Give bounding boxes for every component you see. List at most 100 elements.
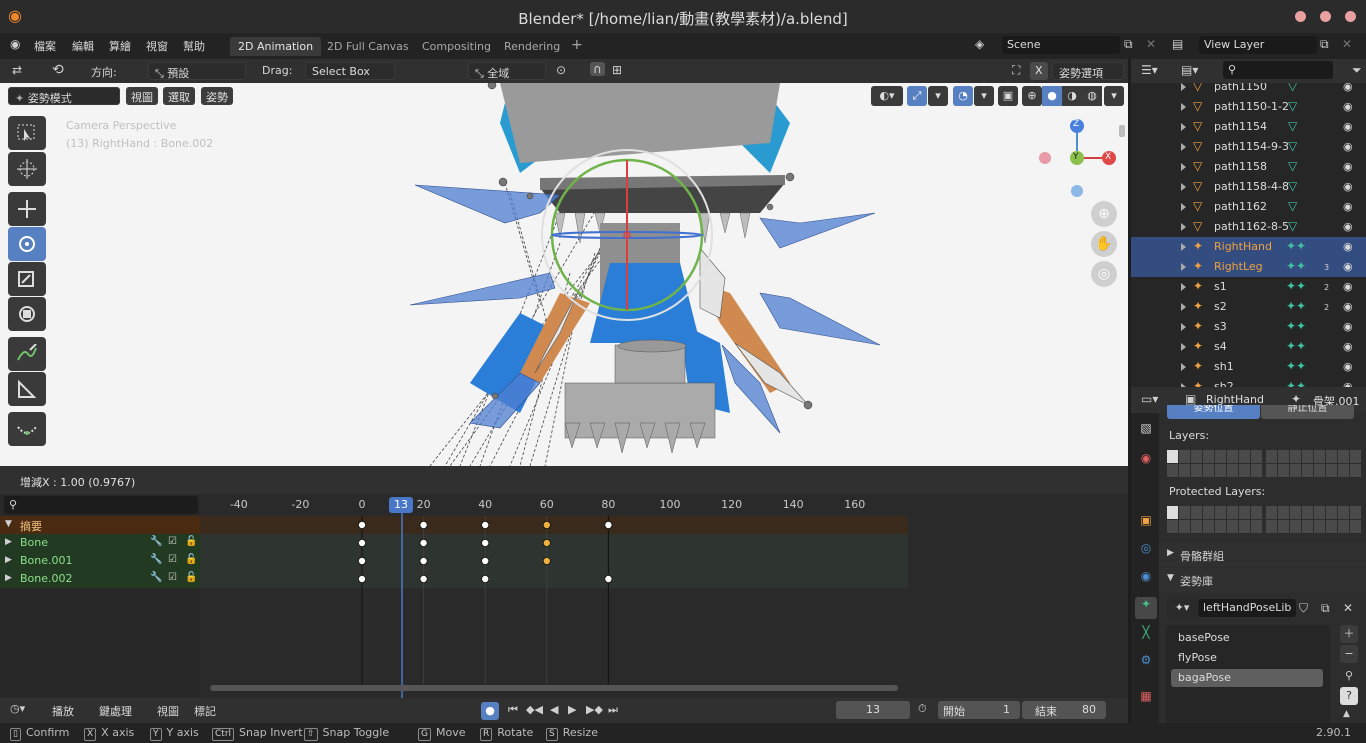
visibility-eye-icon[interactable]: ◉ (1343, 300, 1353, 313)
menu-help[interactable]: 幫助 (183, 38, 205, 54)
layer-toggle[interactable] (1239, 520, 1250, 533)
visibility-eye-icon[interactable]: ◉ (1343, 83, 1353, 93)
layer-toggle[interactable] (1266, 450, 1277, 463)
cursor-tool[interactable] (8, 152, 46, 186)
dopesheet-editor[interactable]: ⚲ -40 -20 0 20 40 60 80 100 120 140 160 ▼ 摘要 ▶ Bone 🔧 ☑… (0, 494, 1128, 698)
tab-output-icon[interactable]: ◉ (1135, 451, 1157, 473)
curve-data-icon[interactable]: ▽ (1288, 179, 1297, 193)
pose-menu-button[interactable]: 姿勢 (201, 87, 233, 105)
current-frame-badge[interactable]: 13 (389, 497, 413, 513)
mirror-icon[interactable]: ⛶ (1012, 63, 1020, 78)
visibility-eye-icon[interactable]: ◉ (1343, 120, 1353, 133)
tab-2d-full-canvas[interactable]: 2D Full Canvas (319, 37, 417, 56)
expand-arrow-icon[interactable] (1181, 323, 1186, 331)
outliner-row[interactable]: ▽ path1162-8-5 ▽ ◉ (1131, 217, 1366, 237)
pose-options-dropdown[interactable]: 姿勢選項 (1052, 62, 1124, 80)
blender-menu-icon[interactable]: ◉ (10, 37, 20, 51)
browse-pose-icon[interactable]: ⚲ (1340, 667, 1358, 685)
outliner-row[interactable]: ▽ path1150 ▽ ◉ (1131, 83, 1366, 97)
gizmo-toggle[interactable]: ⤢ (907, 86, 927, 106)
keyframe-marker[interactable] (357, 557, 366, 566)
layer-toggle[interactable] (1326, 506, 1337, 519)
layer-toggle[interactable] (1227, 506, 1238, 519)
keyframe-marker[interactable] (604, 520, 613, 529)
armature-data-icon[interactable]: ✦✦ (1286, 259, 1306, 273)
keyframe-marker[interactable] (542, 520, 551, 529)
curve-data-icon[interactable]: ▽ (1288, 119, 1297, 133)
visibility-eye-icon[interactable]: ◉ (1343, 340, 1353, 353)
layer-toggle[interactable] (1314, 506, 1325, 519)
layer-toggle[interactable] (1167, 450, 1178, 463)
view-layer-icon[interactable]: ▤ (1172, 37, 1183, 51)
zoom-icon[interactable]: ⊕ (1091, 201, 1117, 227)
curve-data-icon[interactable]: ▽ (1288, 219, 1297, 233)
transform-tool-icon[interactable]: ⇄ (12, 63, 22, 77)
layer-toggle[interactable] (1251, 520, 1262, 533)
layer-toggle[interactable] (1215, 520, 1226, 533)
keyframe-canvas[interactable] (0, 494, 1128, 698)
layer-toggle[interactable] (1350, 506, 1361, 519)
expand-arrow-icon[interactable] (1181, 263, 1186, 271)
shading-solid-icon[interactable]: ● (1042, 86, 1062, 106)
keyframe-marker[interactable] (419, 575, 428, 584)
playback-menu[interactable]: 播放 (46, 701, 92, 719)
visibility-dropdown[interactable]: ◐▾ (871, 86, 903, 106)
layer-toggle[interactable] (1266, 506, 1277, 519)
layer-toggle[interactable] (1314, 450, 1325, 463)
keyframe-marker[interactable] (481, 575, 490, 584)
next-keyframe-icon[interactable]: ▶◆ (586, 703, 603, 716)
layer-toggle[interactable] (1191, 464, 1202, 477)
snap-icon[interactable]: ∩ (590, 62, 605, 76)
visibility-eye-icon[interactable]: ◉ (1343, 380, 1353, 387)
overlay-dropdown[interactable]: ▾ (974, 86, 994, 106)
unlink-pose-lib-icon[interactable]: ✕ (1343, 601, 1353, 615)
timeline-editor-icon[interactable]: ◷▾ (10, 702, 25, 715)
layer-toggle[interactable] (1239, 464, 1250, 477)
rotate-tool[interactable] (8, 227, 46, 261)
outliner-row[interactable]: ▽ path1158 ▽ ◉ (1131, 157, 1366, 177)
outliner-row[interactable]: ▽ path1158-4-8 ▽ ◉ (1131, 177, 1366, 197)
layer-toggle[interactable] (1167, 520, 1178, 533)
tab-armature-data-icon[interactable]: ✦ (1135, 597, 1157, 619)
tab-modifier-icon[interactable]: ◎ (1135, 541, 1157, 563)
play-reverse-icon[interactable]: ◀ (550, 703, 558, 716)
filter-icon[interactable]: ⏷ (1352, 63, 1362, 78)
layer-toggle[interactable] (1203, 520, 1214, 533)
layer-toggle[interactable] (1326, 464, 1337, 477)
auto-keying-icon[interactable]: ● (481, 702, 499, 720)
layer-toggle[interactable] (1215, 506, 1226, 519)
layer-toggle[interactable] (1278, 450, 1289, 463)
layer-toggle[interactable] (1326, 520, 1337, 533)
maximize-button[interactable] (1320, 11, 1331, 22)
drag-dropdown[interactable]: Select Box (305, 62, 395, 80)
layer-toggle[interactable] (1266, 464, 1277, 477)
add-workspace-button[interactable]: + (563, 37, 591, 56)
outliner-row[interactable]: ▽ path1150-1-2 ▽ ◉ (1131, 97, 1366, 117)
move-tool[interactable] (8, 192, 46, 226)
select-box-tool[interactable] (8, 116, 46, 150)
curve-data-icon[interactable]: ▽ (1288, 139, 1297, 153)
protected-layers-grid-right[interactable] (1266, 506, 1361, 533)
expand-arrow-icon[interactable] (1181, 363, 1186, 371)
curve-data-icon[interactable]: ▽ (1288, 159, 1297, 173)
camera-view-icon[interactable]: ◎ (1091, 261, 1117, 287)
visibility-eye-icon[interactable]: ◉ (1343, 200, 1353, 213)
menu-edit[interactable]: 編輯 (72, 38, 94, 54)
overlay-toggle[interactable]: ◔ (953, 86, 973, 106)
keyframe-marker[interactable] (419, 539, 428, 548)
menu-window[interactable]: 視窗 (146, 38, 168, 54)
layer-toggle[interactable] (1338, 450, 1349, 463)
mode-dropdown[interactable]: ✦ 姿勢模式 (8, 87, 120, 105)
remove-pose-button[interactable]: − (1340, 645, 1358, 663)
visibility-eye-icon[interactable]: ◉ (1343, 160, 1353, 173)
layer-toggle[interactable] (1179, 450, 1190, 463)
keyframe-marker[interactable] (542, 557, 551, 566)
layer-toggle[interactable] (1350, 450, 1361, 463)
outliner-row[interactable]: ▽ path1154-9-3 ▽ ◉ (1131, 137, 1366, 157)
layer-toggle[interactable] (1251, 450, 1262, 463)
layer-toggle[interactable] (1350, 520, 1361, 533)
outliner-row[interactable]: ✦ sh2 ✦✦ ◉ (1131, 377, 1366, 387)
expand-arrow-icon[interactable] (1181, 303, 1186, 311)
measure-tool[interactable] (8, 372, 46, 406)
pose-list-item[interactable]: flyPose (1171, 649, 1323, 667)
